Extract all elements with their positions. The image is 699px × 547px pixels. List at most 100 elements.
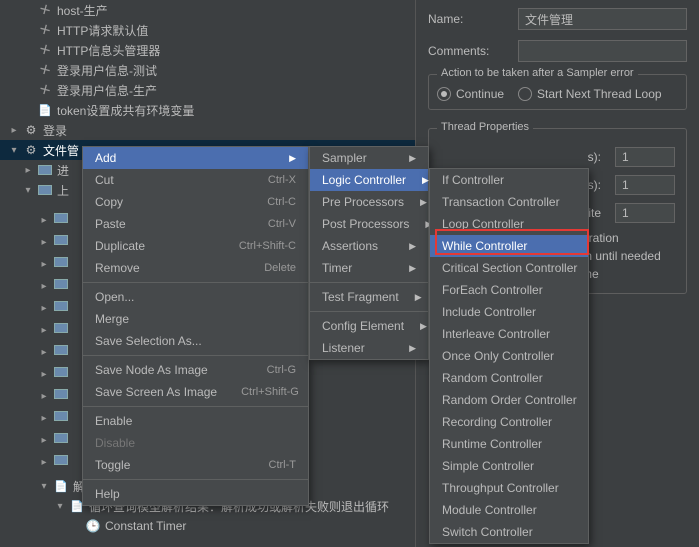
menu-item[interactable]: Merge — [83, 308, 308, 330]
expander-icon[interactable]: ▸ — [38, 413, 50, 424]
menu-item[interactable]: DuplicateCtrl+Shift-C — [83, 235, 308, 257]
context-submenu-logic-controller: If ControllerTransaction ControllerLoop … — [429, 168, 589, 544]
tree-node[interactable]: ▸✕HTTP请求默认值 — [0, 20, 415, 40]
clock-icon: 🕒 — [85, 518, 101, 534]
menu-item[interactable]: CopyCtrl-C — [83, 191, 308, 213]
expander-icon[interactable]: ▸ — [38, 369, 50, 380]
expander-icon[interactable]: ▾ — [54, 501, 66, 512]
thread-legend: Thread Properties — [437, 121, 533, 133]
box-icon — [37, 182, 53, 198]
tree-node[interactable]: ▸🕒Constant Timer — [0, 516, 415, 536]
menu-item[interactable]: If Controller — [430, 169, 588, 191]
menu-item[interactable]: Include Controller — [430, 301, 588, 323]
menu-item[interactable]: Config Element▶ — [310, 315, 428, 337]
menu-item[interactable]: Assertions▶ — [310, 235, 428, 257]
menu-item[interactable]: Switch Controller — [430, 521, 588, 543]
expander-icon[interactable]: ▸ — [38, 303, 50, 314]
menu-item[interactable]: While Controller — [430, 235, 588, 257]
menu-item[interactable]: Critical Section Controller — [430, 257, 588, 279]
submenu-arrow-icon: ▶ — [420, 197, 427, 208]
tree-node[interactable]: ▸📄token设置成共有环境变量 — [0, 100, 415, 120]
menu-item[interactable]: Interleave Controller — [430, 323, 588, 345]
expander-icon[interactable]: ▸ — [8, 125, 20, 136]
tree-node[interactable]: ▸✕登录用户信息-生产 — [0, 80, 415, 100]
tree-node[interactable]: ▸✕HTTP信息头管理器 — [0, 40, 415, 60]
menu-item[interactable]: Simple Controller — [430, 455, 588, 477]
menu-item[interactable]: Sampler▶ — [310, 147, 428, 169]
menu-item[interactable]: ToggleCtrl-T — [83, 454, 308, 476]
menu-item[interactable]: PasteCtrl-V — [83, 213, 308, 235]
radio-continue[interactable]: Continue — [437, 87, 504, 101]
expander-icon[interactable]: ▸ — [38, 325, 50, 336]
menu-item[interactable]: Throughput Controller — [430, 477, 588, 499]
menu-item[interactable]: Pre Processors▶ — [310, 191, 428, 213]
menu-item: Disable — [83, 432, 308, 454]
menu-item[interactable]: Save Selection As... — [83, 330, 308, 352]
doc-icon: 📄 — [53, 478, 69, 494]
action-legend: Action to be taken after a Sampler error — [437, 67, 638, 79]
menu-item[interactable]: RemoveDelete — [83, 257, 308, 279]
comments-label: Comments: — [428, 44, 518, 58]
menu-item[interactable]: Test Fragment▶ — [310, 286, 428, 308]
expander-icon[interactable]: ▾ — [8, 145, 20, 156]
menu-item[interactable]: Runtime Controller — [430, 433, 588, 455]
gear-icon: ⚙ — [23, 122, 39, 138]
expander-icon[interactable]: ▸ — [38, 391, 50, 402]
name-input[interactable] — [518, 8, 687, 30]
menu-item[interactable]: Loop Controller — [430, 213, 588, 235]
expander-icon[interactable]: ▸ — [38, 435, 50, 446]
tree-node[interactable]: ▸✕host-生产 — [0, 0, 415, 20]
wrench-icon: ✕ — [37, 2, 53, 18]
expander-icon[interactable]: ▸ — [22, 165, 34, 176]
menu-item[interactable]: Module Controller — [430, 499, 588, 521]
menu-item[interactable]: Open... — [83, 286, 308, 308]
expander-icon[interactable]: ▸ — [38, 457, 50, 468]
menu-item[interactable]: Save Node As ImageCtrl-G — [83, 359, 308, 381]
submenu-arrow-icon: ▶ — [289, 153, 296, 164]
submenu-arrow-icon: ▶ — [422, 175, 429, 186]
box-icon — [37, 162, 53, 178]
menu-item[interactable]: Enable — [83, 410, 308, 432]
menu-item[interactable]: Save Screen As ImageCtrl+Shift-G — [83, 381, 308, 403]
menu-item[interactable]: Random Controller — [430, 367, 588, 389]
menu-item[interactable]: Transaction Controller — [430, 191, 588, 213]
comments-input[interactable] — [518, 40, 687, 62]
menu-item[interactable]: Logic Controller▶ — [310, 169, 428, 191]
expander-icon[interactable]: ▾ — [38, 481, 50, 492]
menu-item[interactable]: Add▶ — [83, 147, 308, 169]
expander-icon[interactable]: ▸ — [38, 281, 50, 292]
context-menu-main: Add▶CutCtrl-XCopyCtrl-CPasteCtrl-VDuplic… — [82, 146, 309, 506]
expander-icon[interactable]: ▸ — [38, 347, 50, 358]
submenu-arrow-icon: ▶ — [415, 292, 422, 303]
menu-item[interactable]: Listener▶ — [310, 337, 428, 359]
menu-item[interactable]: CutCtrl-X — [83, 169, 308, 191]
menu-item[interactable]: ForEach Controller — [430, 279, 588, 301]
gear-icon: ⚙ — [23, 142, 39, 158]
menu-item[interactable]: Post Processors▶ — [310, 213, 428, 235]
menu-item[interactable]: Help — [83, 483, 308, 505]
menu-item[interactable]: Recording Controller — [430, 411, 588, 433]
action-fieldset: Action to be taken after a Sampler error… — [428, 74, 687, 110]
tree-node[interactable]: ▸✕登录用户信息-测试 — [0, 60, 415, 80]
loop-input[interactable] — [615, 203, 675, 223]
tree-node[interactable]: ▸⚙登录 — [0, 120, 415, 140]
wrench-icon: ✕ — [37, 82, 53, 98]
menu-item[interactable]: Once Only Controller — [430, 345, 588, 367]
expander-icon[interactable]: ▾ — [22, 185, 34, 196]
expander-icon[interactable]: ▸ — [38, 259, 50, 270]
wrench-icon: ✕ — [37, 62, 53, 78]
ramp-input[interactable] — [615, 175, 675, 195]
wrench-icon: ✕ — [37, 42, 53, 58]
wrench-icon: ✕ — [37, 22, 53, 38]
context-submenu-add: Sampler▶Logic Controller▶Pre Processors▶… — [309, 146, 429, 360]
submenu-arrow-icon: ▶ — [409, 263, 416, 274]
expander-icon[interactable]: ▸ — [38, 237, 50, 248]
radio-start-next[interactable]: Start Next Thread Loop — [518, 87, 662, 101]
submenu-arrow-icon: ▶ — [409, 153, 416, 164]
submenu-arrow-icon: ▶ — [420, 321, 427, 332]
doc-icon: 📄 — [37, 102, 53, 118]
menu-item[interactable]: Random Order Controller — [430, 389, 588, 411]
threads-input[interactable] — [615, 147, 675, 167]
menu-item[interactable]: Timer▶ — [310, 257, 428, 279]
expander-icon[interactable]: ▸ — [38, 215, 50, 226]
